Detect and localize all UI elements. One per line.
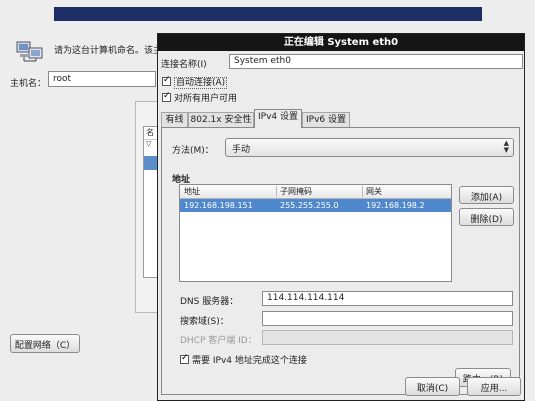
auto-connect-check-icon: [162, 75, 171, 86]
connection-name-label: 连接名称(I): [161, 60, 207, 70]
network-computer-icon: [16, 39, 44, 63]
row-address: 192.168.198.151: [184, 201, 253, 210]
updown-arrows-icon: ▲ ▼: [503, 139, 509, 154]
edit-connection-dialog: 正在编辑 System eth0 连接名称(I) System eth0 自动连…: [157, 33, 525, 401]
installer-banner: [54, 7, 482, 21]
connection-name-input[interactable]: System eth0: [229, 54, 523, 69]
dhcp-client-id-label: DHCP 客户端 ID：: [180, 336, 257, 346]
row-gateway: 192.168.198.2: [366, 201, 425, 210]
dialog-title: 正在编辑 System eth0: [158, 34, 524, 51]
all-users-check-icon: [162, 91, 171, 102]
auto-connect-label: 自动连接(A): [174, 77, 228, 89]
tab-ipv6-settings[interactable]: IPv6 设置: [302, 112, 350, 127]
column-divider: [276, 186, 277, 197]
table-row[interactable]: 192.168.198.151 255.255.255.0 192.168.19…: [180, 199, 451, 212]
delete-address-button[interactable]: 删除(D): [459, 208, 514, 226]
row-netmask: 255.255.255.0: [280, 201, 339, 210]
all-users-checkbox[interactable]: 对所有用户可用: [162, 91, 237, 104]
method-label: 方法(M)：: [172, 146, 214, 156]
address-table[interactable]: 地址 子网掩码 网关 192.168.198.151 255.255.255.0…: [179, 184, 452, 282]
all-users-label: 对所有用户可用: [174, 94, 238, 104]
dns-servers-label: DNS 服务器：: [180, 297, 239, 307]
tab-8021x-security[interactable]: 802.1x 安全性: [188, 112, 254, 127]
apply-button[interactable]: 应用...: [467, 377, 521, 396]
dhcp-client-id-input: [262, 330, 513, 345]
require-ipv4-check-icon: [180, 353, 189, 364]
dns-servers-input[interactable]: 114.114.114.114: [262, 291, 513, 306]
cancel-button[interactable]: 取消(C): [405, 377, 460, 396]
method-value: 手动: [232, 145, 251, 155]
column-gateway[interactable]: 网关: [366, 186, 382, 197]
require-ipv4-checkbox[interactable]: 需要 IPv4 地址完成这个连接: [180, 353, 307, 366]
hostname-prompt: 请为这台计算机命名。该主: [54, 46, 163, 56]
tab-wired[interactable]: 有线: [161, 112, 188, 127]
search-domains-label: 搜索域(S)：: [180, 317, 229, 327]
tab-ipv4-settings[interactable]: IPv4 设置: [254, 109, 302, 128]
ipv4-settings-panel: 方法(M)： 手动 ▲ ▼ 地址 地址 子网掩码 网关 192.168.198.1…: [161, 127, 520, 395]
method-select[interactable]: 手动 ▲ ▼: [225, 138, 514, 157]
search-domains-input[interactable]: [262, 311, 513, 326]
column-address[interactable]: 地址: [184, 186, 200, 197]
hostname-label: 主机名：: [10, 79, 47, 89]
require-ipv4-label: 需要 IPv4 地址完成这个连接: [192, 356, 307, 366]
column-divider: [362, 186, 363, 197]
auto-connect-checkbox[interactable]: 自动连接(A): [162, 75, 228, 89]
column-netmask[interactable]: 子网掩码: [280, 186, 312, 197]
add-address-button[interactable]: 添加(A): [459, 186, 514, 204]
hostname-input[interactable]: root: [48, 71, 156, 87]
address-table-header: 地址 子网掩码 网关: [180, 185, 451, 199]
configure-network-button[interactable]: 配置网络（C）: [10, 334, 80, 353]
